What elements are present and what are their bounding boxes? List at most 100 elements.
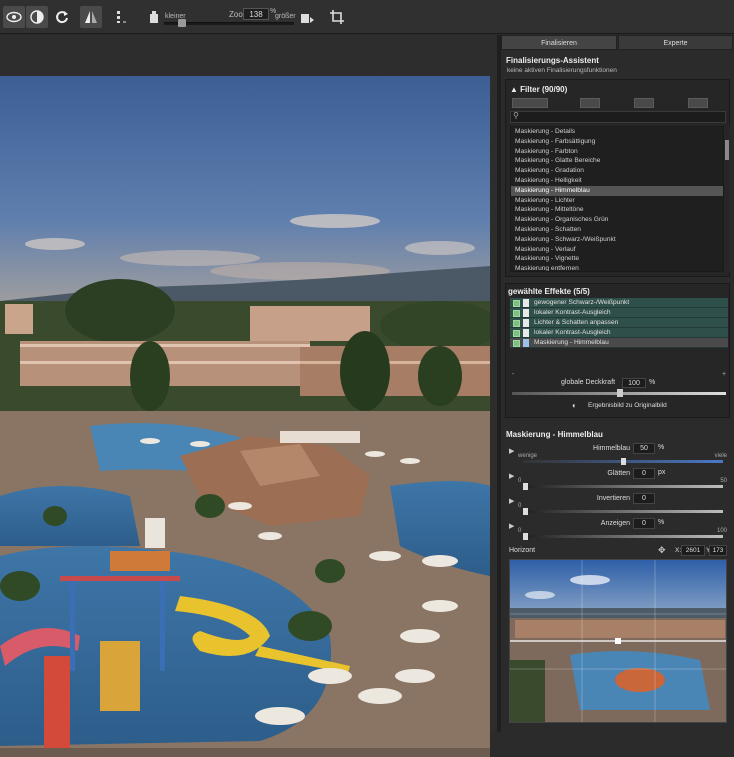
- crosshair-icon[interactable]: ✥: [658, 545, 666, 556]
- crop-icon[interactable]: [326, 6, 348, 28]
- effect-row[interactable]: lokaler Kontrast-Ausgleich: [510, 308, 728, 318]
- filter-search-input[interactable]: ⚲: [510, 111, 726, 123]
- filter-header-label: Filter (90/90): [520, 85, 568, 94]
- opacity-unit: %: [649, 379, 656, 386]
- effects-list[interactable]: gewogener Schwarz-/Weißpunkt lokaler Kont…: [510, 298, 728, 348]
- effect-row[interactable]: Maskierung - Himmelblau: [510, 338, 728, 348]
- effect-row[interactable]: gewogener Schwarz-/Weißpunkt: [510, 298, 728, 308]
- param-max-label: 100: [716, 528, 727, 534]
- filter-category-3[interactable]: [634, 98, 654, 108]
- param-slider[interactable]: [523, 483, 723, 490]
- zoom-slider-thumb[interactable]: [178, 19, 186, 27]
- zoom-out-icon[interactable]: [143, 6, 165, 28]
- filter-item[interactable]: Maskierung - Schwarz-/Weißpunkt: [511, 235, 723, 245]
- assistant-subtitle: keine aktiven Finalisierungsfunktionen: [507, 67, 617, 74]
- filter-category-4[interactable]: [688, 98, 708, 108]
- filter-item[interactable]: Maskierung - Organisches Grün: [511, 215, 723, 225]
- opacity-slider-thumb[interactable]: [617, 389, 623, 397]
- mirror-icon[interactable]: [80, 6, 102, 28]
- horizont-label: Horizont: [509, 547, 536, 554]
- filter-panel: ▲ Filter (90/90) ⚲ Maskierung - Details M…: [505, 79, 730, 277]
- compare-view-icon[interactable]: [26, 6, 48, 28]
- effect-label: Maskierung - Himmelblau: [534, 339, 609, 346]
- effect-layer-icon: [523, 319, 529, 327]
- effect-layer-icon: [523, 309, 529, 317]
- filter-item[interactable]: Maskierung - Vignette: [511, 254, 723, 264]
- param-label: Anzeigen: [600, 520, 630, 527]
- zoom-label: Zoo: [229, 10, 243, 19]
- horizont-y-input[interactable]: 173: [709, 545, 727, 556]
- panel-tabs: Finalisieren Experte: [501, 35, 734, 50]
- filter-category-2[interactable]: [580, 98, 600, 108]
- param-slider-thumb[interactable]: [523, 533, 528, 540]
- zoom-in-icon[interactable]: [296, 6, 318, 28]
- scrollbar-thumb[interactable]: [725, 140, 729, 160]
- param-0: ▶ Himmelblau 50% wenige viele: [507, 443, 729, 469]
- param-slider[interactable]: [523, 458, 723, 465]
- filter-item[interactable]: Maskierung - Lichter: [511, 196, 723, 206]
- param-value-input[interactable]: 0: [633, 493, 655, 504]
- eye-icon[interactable]: [3, 6, 25, 28]
- effects-panel: gewählte Effekte (5/5) gewogener Schwarz…: [505, 283, 730, 418]
- filter-category-1[interactable]: [512, 98, 548, 108]
- opacity-value-input[interactable]: 100: [622, 378, 646, 388]
- effect-row[interactable]: lokaler Kontrast-Ausgleich: [510, 328, 728, 338]
- filter-item[interactable]: Maskierung - Verlauf: [511, 245, 723, 255]
- param-value-input[interactable]: 0: [633, 468, 655, 479]
- effect-label: Lichter & Schatten anpassen: [534, 319, 619, 326]
- horizon-preview[interactable]: [509, 559, 727, 723]
- effect-checkbox[interactable]: [513, 340, 520, 347]
- filter-header[interactable]: ▲ Filter (90/90): [510, 85, 567, 94]
- tab-experte[interactable]: Experte: [618, 35, 733, 50]
- param-slider-thumb[interactable]: [523, 483, 528, 490]
- redo-icon[interactable]: [51, 6, 73, 28]
- effect-checkbox[interactable]: [513, 310, 520, 317]
- filter-list-scrollbar[interactable]: [724, 126, 730, 272]
- effect-row[interactable]: Lichter & Schatten anpassen: [510, 318, 728, 328]
- param-value-input[interactable]: 50: [633, 443, 655, 454]
- filter-list[interactable]: Maskierung - Details Maskierung - Farbsät…: [510, 126, 724, 272]
- split-view-icon[interactable]: [111, 6, 133, 28]
- effect-checkbox[interactable]: [513, 300, 520, 307]
- param-2: ▶ Invertieren 0 0: [507, 493, 729, 519]
- expand-arrow-icon[interactable]: ▶: [509, 522, 514, 530]
- param-slider-fill: [523, 485, 723, 488]
- param-slider[interactable]: [523, 508, 723, 515]
- param-value-input[interactable]: 0: [633, 518, 655, 529]
- filter-item[interactable]: Maskierung - Details: [511, 127, 723, 137]
- resort-photo[interactable]: [0, 76, 490, 757]
- effect-layer-icon: [523, 299, 529, 307]
- effect-checkbox[interactable]: [513, 320, 520, 327]
- filter-item[interactable]: Maskierung entfernen: [511, 264, 723, 271]
- tab-finalisieren[interactable]: Finalisieren: [501, 35, 617, 50]
- image-canvas[interactable]: [0, 35, 497, 757]
- filter-item[interactable]: Maskierung - Gradation: [511, 166, 723, 176]
- param-3: ▶ Anzeigen 0% 0 100: [507, 518, 729, 544]
- effect-layer-icon: [523, 329, 529, 337]
- filter-item[interactable]: Maskierung - Farbton: [511, 147, 723, 157]
- zoom-value-input[interactable]: 138: [243, 8, 269, 20]
- param-slider-thumb[interactable]: [621, 458, 626, 465]
- compare-icon[interactable]: ◐: [572, 401, 577, 410]
- assistant-title: Finalisierungs-Assistent: [506, 56, 599, 65]
- filter-item[interactable]: Maskierung - Glatte Bereiche: [511, 156, 723, 166]
- filter-item[interactable]: Maskierung - Farbsättigung: [511, 137, 723, 147]
- filter-item[interactable]: Maskierung - Himmelblau: [511, 185, 723, 196]
- opacity-label: globale Deckkraft: [561, 379, 616, 386]
- mask-section-title: Maskierung - Himmelblau: [506, 430, 603, 439]
- expand-arrow-icon[interactable]: ▶: [509, 472, 514, 480]
- filter-item[interactable]: Maskierung - Schatten: [511, 225, 723, 235]
- effects-header: gewählte Effekte (5/5): [508, 287, 590, 296]
- horizont-x-input[interactable]: 2601: [681, 545, 705, 556]
- filter-item[interactable]: Maskierung - Mitteltöne: [511, 205, 723, 215]
- expand-arrow-icon[interactable]: ▶: [509, 497, 514, 505]
- param-unit: %: [658, 519, 665, 526]
- compare-button[interactable]: Ergebnisbild zu Originalbild: [588, 402, 667, 409]
- effect-checkbox[interactable]: [513, 330, 520, 337]
- param-slider-thumb[interactable]: [523, 508, 528, 515]
- param-slider[interactable]: [523, 533, 723, 540]
- expand-arrow-icon[interactable]: ▶: [509, 447, 514, 455]
- collapse-arrow-icon: ▲: [510, 85, 518, 94]
- filter-item[interactable]: Maskierung - Helligkeit: [511, 176, 723, 186]
- effect-label: lokaler Kontrast-Ausgleich: [534, 329, 611, 336]
